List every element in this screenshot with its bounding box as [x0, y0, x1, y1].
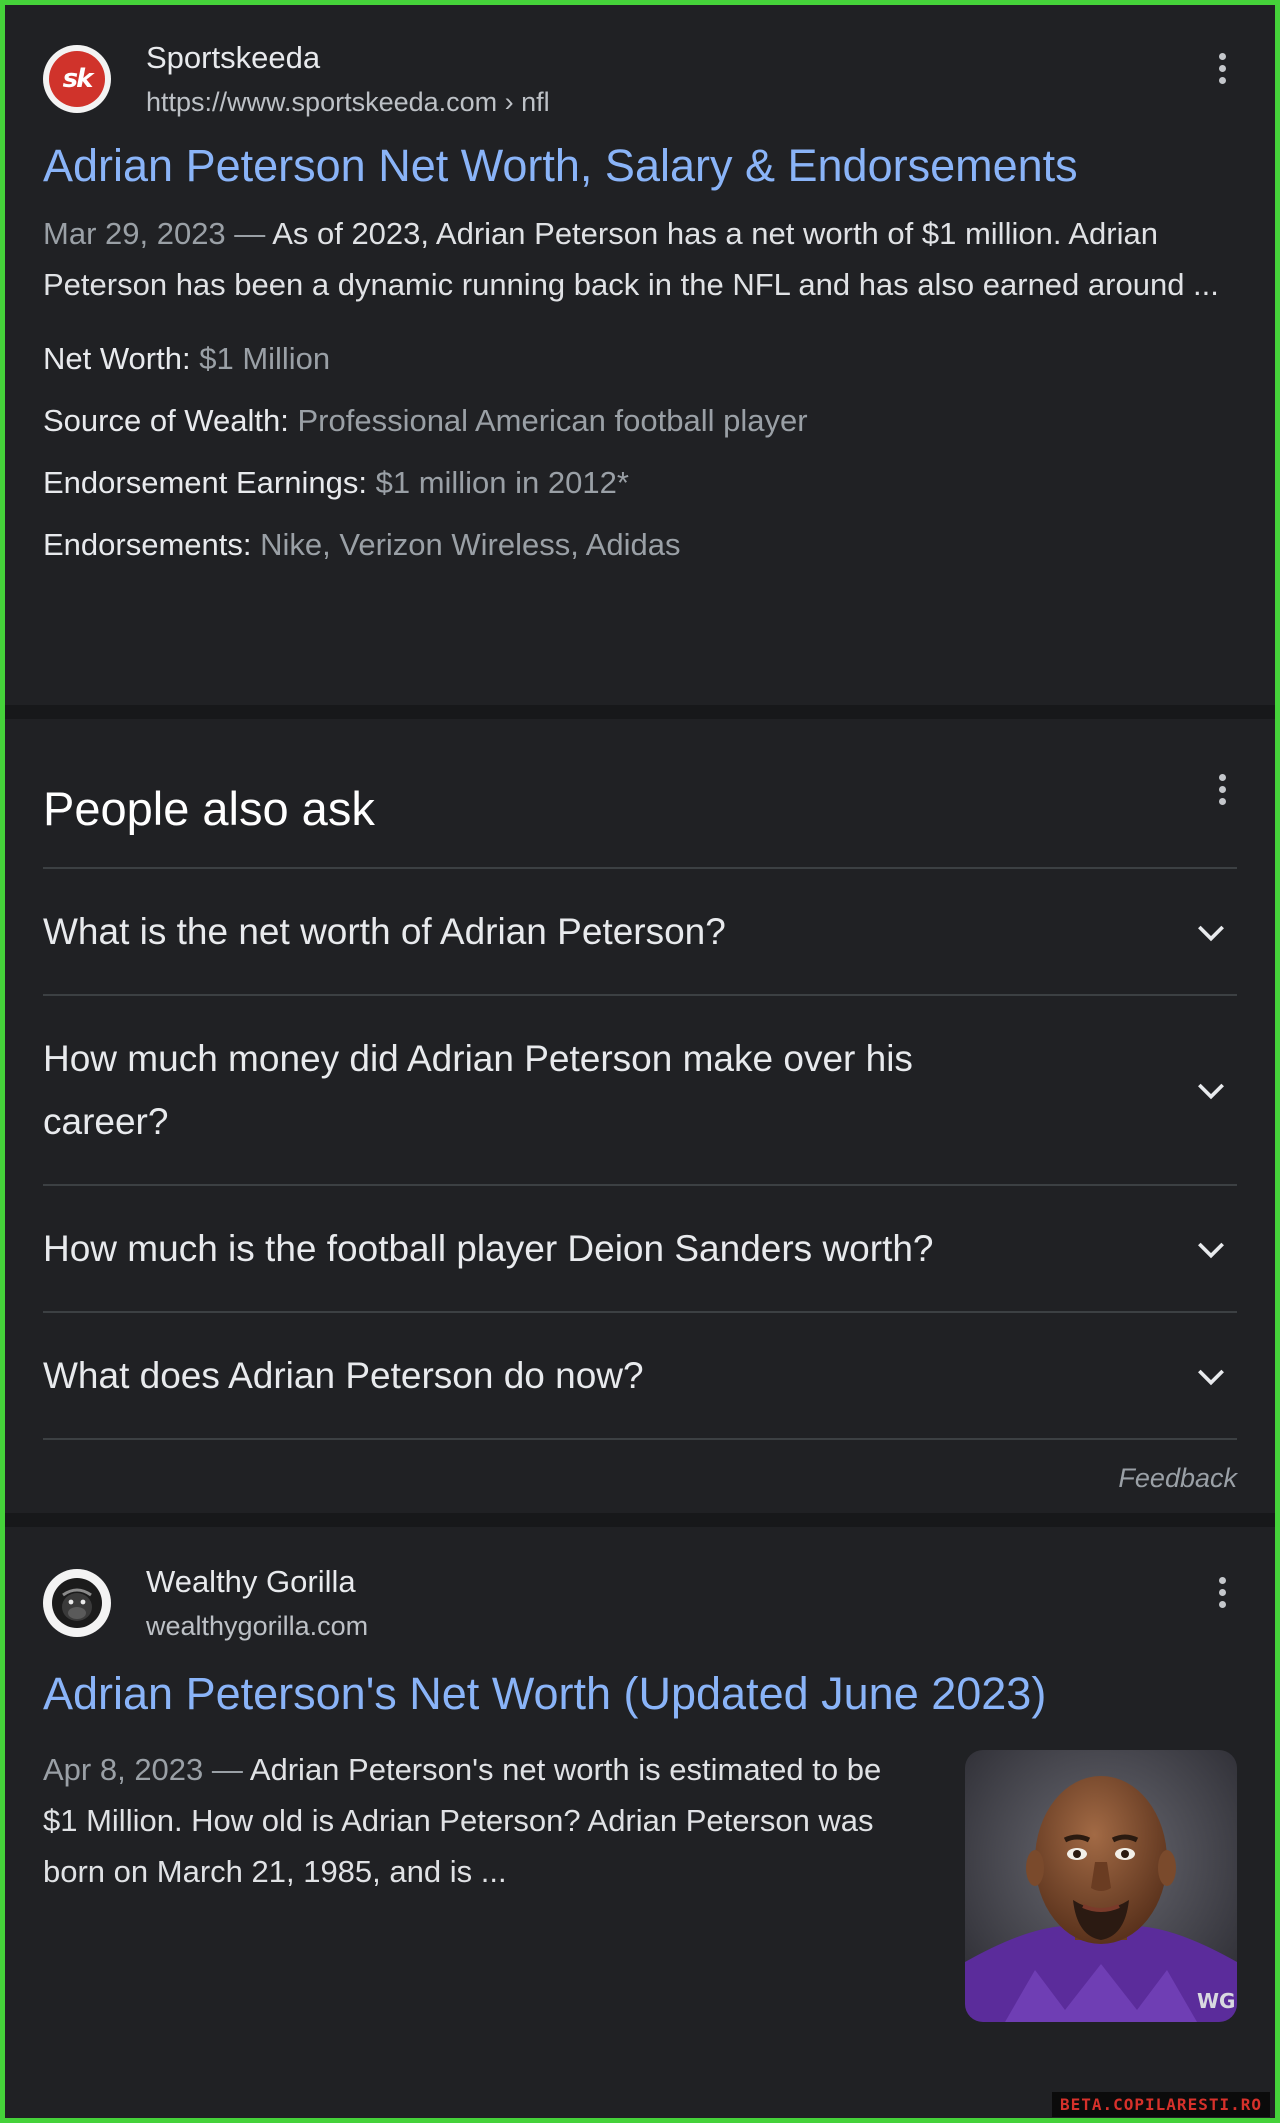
sportskeeda-favicon: sk [43, 45, 111, 113]
site-name: Sportskeeda [146, 40, 321, 75]
fact-endorsements: Endorsements: Nike, Verizon Wireless, Ad… [43, 527, 681, 562]
result-sportskeeda: sk Sportskeeda https://www.sportskeeda.c… [5, 5, 1275, 705]
people-also-ask: People also ask What is the net worth of… [5, 719, 1275, 1513]
chevron-down-icon [1198, 925, 1224, 941]
fact-endorsement-earnings: Endorsement Earnings: $1 million in 2012… [43, 465, 629, 500]
more-vert-icon[interactable] [1207, 48, 1237, 88]
feedback-link[interactable]: Feedback [1118, 1463, 1237, 1494]
section-divider [5, 705, 1275, 719]
chevron-down-icon [1198, 1369, 1224, 1385]
result-snippet: Mar 29, 2023 — As of 2023, Adrian Peters… [43, 216, 1219, 302]
more-vert-icon[interactable] [1207, 769, 1237, 809]
site-header[interactable]: Wealthy Gorilla wealthygorilla.com [43, 1562, 1237, 1644]
result-title-link[interactable]: Adrian Peterson's Net Worth (Updated Jun… [43, 1666, 1237, 1722]
paa-question[interactable]: What is the net worth of Adrian Peterson… [43, 867, 1237, 994]
more-vert-icon[interactable] [1207, 1572, 1237, 1612]
result-snippet: Apr 8, 2023 — Adrian Peterson's net wort… [43, 1752, 882, 1889]
fact-list: Net Worth: $1 Million Source of Wealth: … [43, 328, 1237, 576]
fact-net-worth: Net Worth: $1 Million [43, 341, 331, 376]
thumbnail-watermark: WG [1197, 1989, 1235, 2013]
site-header[interactable]: sk Sportskeeda https://www.sportskeeda.c… [43, 38, 1237, 120]
site-url: https://www.sportskeeda.com › nfl [146, 87, 550, 117]
paa-question[interactable]: How much money did Adrian Peterson make … [43, 994, 1237, 1184]
chevron-down-icon [1198, 1242, 1224, 1258]
fact-source-of-wealth: Source of Wealth: Professional American … [43, 403, 808, 438]
site-name: Wealthy Gorilla [146, 1564, 356, 1599]
paa-header: People also ask [43, 719, 1237, 867]
result-title-link[interactable]: Adrian Peterson Net Worth, Salary & Endo… [43, 138, 1237, 194]
paa-question[interactable]: What does Adrian Peterson do now? [43, 1311, 1237, 1438]
search-results-page: sk Sportskeeda https://www.sportskeeda.c… [5, 5, 1275, 2118]
site-url: wealthygorilla.com [146, 1611, 369, 1641]
result-thumbnail[interactable]: WG [965, 1750, 1237, 2022]
result-date: Mar 29, 2023 [43, 216, 226, 251]
result-wealthy-gorilla: Wealthy Gorilla wealthygorilla.com Adria… [5, 1527, 1275, 2118]
wealthy-gorilla-favicon [43, 1569, 111, 1637]
paa-title: People also ask [43, 781, 375, 835]
gorilla-logo-icon [48, 1574, 106, 1632]
feedback-row: Feedback [43, 1438, 1237, 1516]
chevron-down-icon [1198, 1083, 1224, 1100]
site-watermark: BETA.COPILARESTI.RO [1051, 2092, 1270, 2117]
result-date: Apr 8, 2023 [43, 1752, 204, 1787]
paa-question[interactable]: How much is the football player Deion Sa… [43, 1184, 1237, 1311]
